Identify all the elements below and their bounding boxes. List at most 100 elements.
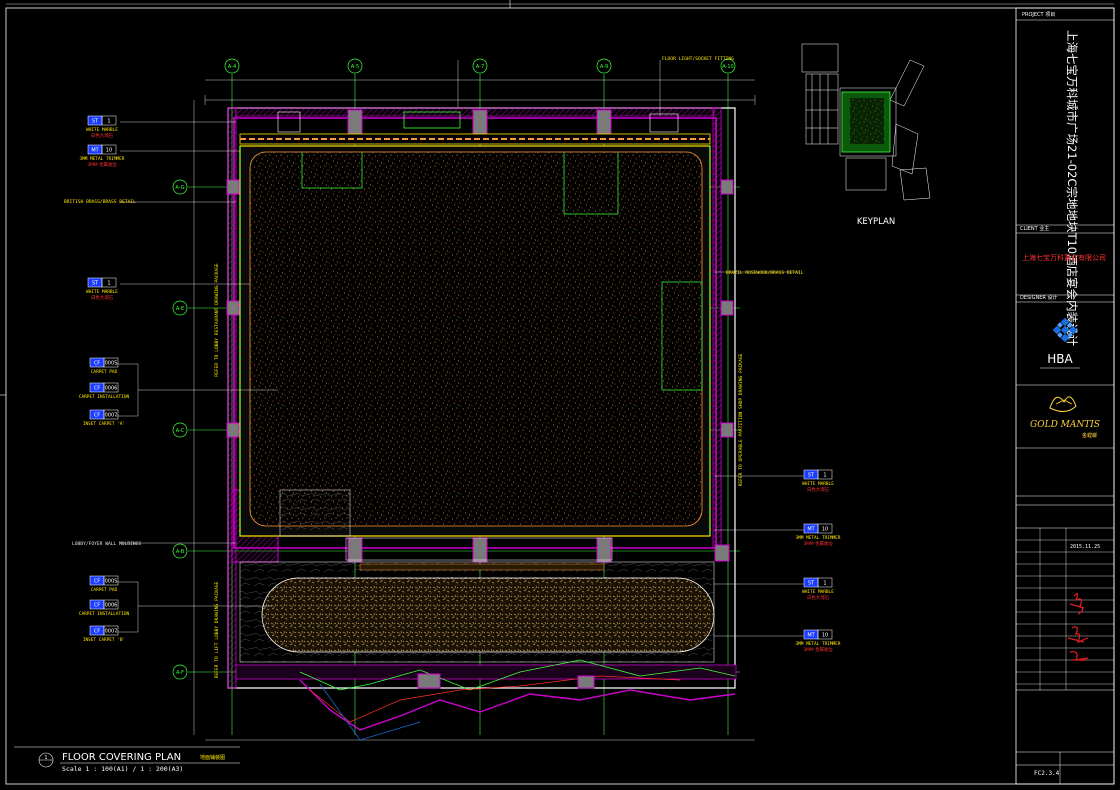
svg-text:CLIENT 业主: CLIENT 业主: [1020, 225, 1049, 232]
designer-name: HBA: [1047, 352, 1073, 366]
material-tag-number: 10: [106, 148, 112, 154]
material-tag: ST 1 WHITE MARBLE白色大理石: [802, 469, 834, 493]
svg-text:A-10: A-10: [722, 64, 733, 70]
material-tag-code: CF: [94, 629, 100, 635]
keyplan-label: KEYPLAN: [857, 217, 895, 227]
material-tag-number: 0007: [105, 413, 118, 419]
material-tag-number: 10: [822, 633, 828, 639]
material-tag-description: CARPET PAD: [91, 369, 118, 375]
material-tag: CF 0005 CARPET PAD: [89, 575, 119, 593]
material-tag-description: CARPET PAD: [91, 587, 118, 593]
material-tag-code: CF: [94, 413, 100, 419]
material-tag-description: CARPET INSTALLATION: [79, 611, 130, 617]
material-tag: CF 0005 CARPET PAD: [89, 357, 119, 375]
client-name: 上海七宝万科置业有限公司: [1022, 253, 1106, 262]
material-tag-code: CF: [94, 579, 100, 585]
partner-name-cn: 金螳螂: [1082, 432, 1097, 439]
material-tag-description-cn: 白色大理石: [807, 594, 830, 601]
material-tag-number: 10: [822, 527, 828, 533]
drawing-number: FC2.3.4: [1034, 770, 1060, 777]
material-tag-number: 1: [107, 281, 110, 287]
material-tag: CF 0006 CARPET INSTALLATION: [79, 382, 130, 400]
material-tag-description: CARPET INSTALLATION: [79, 394, 130, 400]
svg-text:DESIGNER 设计: DESIGNER 设计: [1020, 294, 1058, 301]
material-tag-description-cn: 3MM 金属收边: [803, 646, 833, 653]
material-tag-description-cn: 白色大理石: [807, 486, 830, 493]
material-tag: ST 1 WHITE MARBLE白色大理石: [86, 115, 118, 139]
material-tag: ST 1 WHITE MARBLE白色大理石: [86, 277, 118, 301]
material-tag-number: 0005: [105, 361, 118, 367]
partner-name: GOLD MANTIS: [1030, 420, 1100, 430]
svg-text:A-E: A-E: [176, 306, 184, 312]
grid-bubble-col: A-5: [347, 58, 363, 74]
material-tag-code: ST: [92, 119, 99, 125]
material-tag: CF 0006 CARPET INSTALLATION: [79, 599, 130, 617]
material-tag-description: WHITE MARBLE: [802, 589, 834, 595]
grid-bubble-col: A-4: [224, 58, 240, 74]
material-tag-number: 1: [823, 473, 826, 479]
grid-bubble-row: A-B: [172, 543, 188, 559]
material-tag-description: 3MM METAL TRIMMER: [796, 641, 841, 647]
material-tag-description: INSET CARPET 'A': [83, 421, 125, 427]
material-tag-code: MT: [91, 148, 99, 154]
svg-text:A-B: A-B: [176, 549, 185, 555]
material-tag: CF 0007 INSET CARPET 'A': [83, 409, 125, 427]
material-tag-code: CF: [94, 361, 100, 367]
grid-bubble-row: A-E: [172, 300, 188, 316]
material-tag-description: 3MM METAL TRIMMER: [796, 535, 841, 541]
svg-text:A-4: A-4: [228, 64, 236, 70]
svg-text:A-5: A-5: [351, 64, 359, 70]
material-tag-number: 1: [107, 119, 110, 125]
material-tag: CF 0007 INSET CARPET 'B': [83, 625, 125, 643]
signature-stamps: [1067, 593, 1089, 661]
material-tag-code: CF: [94, 603, 100, 609]
grid-bubble-col: A-9: [596, 58, 612, 74]
drawing-title-block: 1 FLOOR COVERING PLAN 地面铺装图 Scale 1 : 10…: [14, 746, 240, 773]
keyplan: KEYPLAN: [801, 43, 931, 227]
material-tag-description-cn: 白色大理石: [91, 294, 114, 301]
grid-bubble-row: A-G: [172, 179, 188, 195]
grid-bubble-row: A-F: [172, 664, 188, 680]
material-tag-number: 0005: [105, 579, 118, 585]
svg-text:A-G: A-G: [175, 185, 184, 191]
material-tag: MT 10 3MM METAL TRIMMER3MM 金属收边: [80, 144, 125, 168]
ballroom-carpet: [239, 145, 711, 537]
note-vertical-left-2: REFER TO LIFT LOBBY DRAWING PACKAGE: [214, 581, 220, 678]
material-tag-description: WHITE MARBLE: [802, 481, 834, 487]
title-block: 2015.11.25 PROJECT 项目 上海七宝万科城市广场21-02C宗地…: [1015, 7, 1115, 785]
note-left-1: BRITISH BRASS/BRASS DETAIL: [64, 199, 136, 205]
material-tag-code: ST: [808, 581, 815, 587]
material-tag-number: 1: [823, 581, 826, 587]
material-tag-code: CF: [94, 386, 100, 392]
material-tag-code: MT: [807, 633, 815, 639]
floor-plan-drawing: 2015.11.25 PROJECT 项目 上海七宝万科城市广场21-02C宗地…: [0, 0, 1115, 785]
svg-text:PROJECT 项目: PROJECT 项目: [1022, 12, 1055, 18]
note-top-1: FLOOR LIGHT/SOCKET FITTING: [662, 56, 734, 62]
grid-bubble-row: A-C: [172, 422, 188, 438]
drawing-title-cn: 地面铺装图: [200, 754, 225, 761]
material-tag-description-cn: 3MM 金属收边: [803, 540, 833, 547]
material-tag-number: 0007: [105, 629, 118, 635]
issue-date: 2015.11.25: [1070, 544, 1100, 550]
note-vertical-left-1: REFER TO LOBBY RESTAURANT DRAWING PACKAG…: [214, 263, 220, 377]
material-tag-description: WHITE MARBLE: [86, 127, 118, 133]
grid-bubble-col: A-7: [472, 58, 488, 74]
note-right-1: BRAZIL ROSEWOOD/BRASS DETAIL: [726, 270, 804, 276]
material-tag-code: ST: [92, 281, 99, 287]
gold-mantis-logo: GOLD MANTIS 金螳螂: [1030, 396, 1100, 439]
material-tag-description: WHITE MARBLE: [86, 289, 118, 295]
material-tag-description: 3MM METAL TRIMMER: [80, 156, 125, 162]
material-tag: MT 10 3MM METAL TRIMMER3MM 金属收边: [796, 629, 841, 653]
material-tag: ST 1 WHITE MARBLE白色大理石: [802, 577, 834, 601]
view-number: 1: [44, 755, 47, 761]
project-name: 上海七宝万科城市广场21-02C宗地地块T10酒店宴会内装设计: [1065, 30, 1079, 347]
material-tag-description: INSET CARPET 'B': [83, 637, 125, 643]
material-tag-number: 0006: [105, 603, 118, 609]
material-tag-number: 0006: [105, 386, 118, 392]
material-tag-code: ST: [808, 473, 815, 479]
svg-text:A-9: A-9: [600, 64, 608, 70]
material-tag: MT 10 3MM METAL TRIMMER3MM 金属收边: [796, 523, 841, 547]
material-tag-description-cn: 白色大理石: [91, 132, 114, 139]
drawing-title: FLOOR COVERING PLAN: [62, 752, 181, 763]
material-tag-code: MT: [807, 527, 815, 533]
